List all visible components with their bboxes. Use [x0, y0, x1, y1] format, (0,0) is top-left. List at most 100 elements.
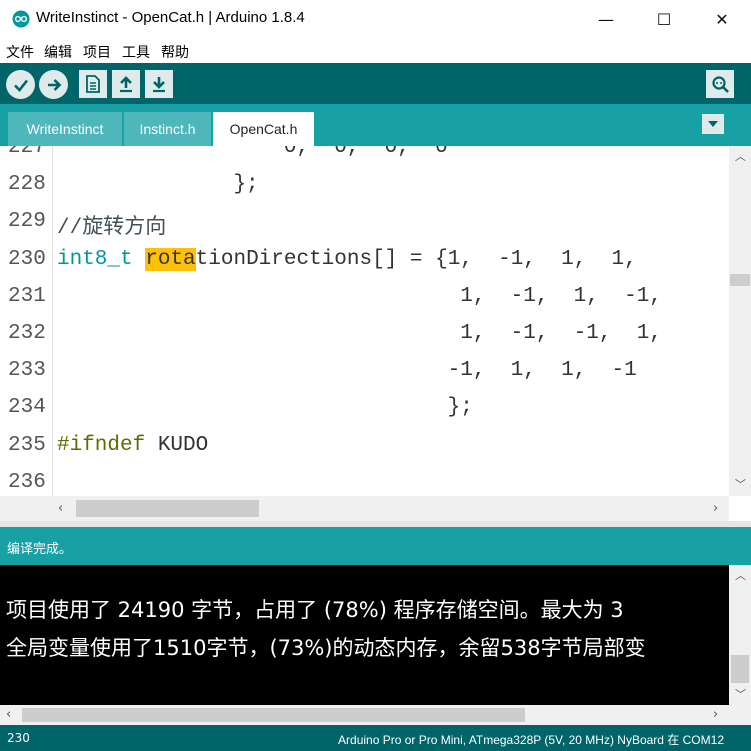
line-number: 232: [8, 322, 46, 345]
scroll-left-icon[interactable]: ‹: [6, 707, 11, 722]
line-number: 233: [8, 359, 46, 383]
code-line: 1, -1, -1, 1,: [57, 322, 662, 345]
tab-menu-button[interactable]: [702, 114, 724, 134]
scroll-right-icon[interactable]: ›: [713, 501, 718, 516]
line-number: 236: [8, 470, 46, 494]
code-line: //旋转方向: [57, 210, 166, 240]
scroll-up-icon[interactable]: ︿: [735, 148, 746, 164]
scrollbar-thumb[interactable]: [730, 274, 750, 286]
console-horizontal-scrollbar[interactable]: ‹ ›: [0, 705, 729, 725]
code-token: };: [447, 396, 473, 420]
tab-label: WriteInstinct: [26, 121, 104, 137]
minimize-icon: —: [598, 9, 614, 29]
code-line: 1, -1, 1, -1,: [57, 285, 662, 308]
new-button[interactable]: [79, 70, 107, 98]
code-line: -1, 1, 1, -1: [57, 359, 637, 382]
search-highlight: rota: [145, 247, 196, 271]
maximize-button[interactable]: ☐: [635, 0, 693, 38]
save-icon: [153, 77, 165, 93]
scroll-left-icon[interactable]: ‹: [58, 501, 63, 516]
code-token: };: [233, 173, 259, 197]
menu-tools[interactable]: 工具: [122, 42, 150, 62]
menu-bar: 文件 编辑 项目 工具 帮助: [0, 38, 751, 63]
chevron-down-icon: [708, 121, 718, 127]
tab-bar: WriteInstinct Instinct.h OpenCat.h: [0, 104, 751, 146]
code-token: tionDirections[] = {1, -1, 1, 1,: [195, 247, 637, 271]
save-button[interactable]: [145, 70, 173, 98]
scrollbar-thumb[interactable]: [731, 655, 749, 683]
code-token: #ifndef: [57, 433, 146, 457]
scroll-right-icon[interactable]: ›: [713, 707, 718, 722]
upload-icon: [47, 78, 61, 91]
code-editor[interactable]: 227 0, 0, 0, 0 228 }; 229 //旋转方向 230 int8_t r…: [0, 146, 751, 496]
code-token: 0, 0, 0, 0: [283, 146, 448, 159]
code-token: 1, -1, -1, 1,: [460, 322, 662, 345]
serial-monitor-button[interactable]: [706, 70, 734, 98]
code-token: int8_t: [57, 247, 133, 271]
code-line: 0, 0, 0, 0: [57, 146, 448, 159]
open-button[interactable]: [112, 70, 140, 98]
menu-edit[interactable]: 编辑: [44, 42, 72, 62]
close-button[interactable]: ✕: [693, 0, 751, 38]
code-token: 1, -1, 1, -1,: [460, 284, 662, 308]
console-line: 全局变量使用了1510字节，(73%)的动态内存，余留538字节局部变: [6, 636, 646, 660]
line-number: 235: [8, 433, 46, 457]
upload-button[interactable]: [39, 70, 68, 99]
tab-label: Instinct.h: [139, 121, 196, 137]
scrollbar-corner: [729, 705, 751, 725]
open-icon: [120, 76, 132, 93]
code-line: #ifndef KUDO: [57, 434, 208, 457]
line-number: 229: [8, 210, 46, 234]
line-number: 228: [8, 173, 46, 197]
window-title: WriteInstinct - OpenCat.h | Arduino 1.8.…: [36, 9, 305, 26]
line-number: 230: [8, 247, 46, 271]
scrollbar-corner: [729, 496, 751, 521]
toolbar: [0, 63, 751, 104]
scroll-down-icon[interactable]: ﹀: [735, 476, 746, 492]
close-icon: ✕: [715, 9, 729, 29]
tab-opencat-h[interactable]: OpenCat.h: [213, 112, 314, 146]
scroll-down-icon[interactable]: ﹀: [735, 686, 746, 702]
code-line: };: [57, 173, 259, 197]
tab-instinct-h[interactable]: Instinct.h: [124, 112, 211, 146]
verify-button[interactable]: [6, 70, 35, 99]
status-message: 编译完成。: [7, 542, 73, 557]
line-number: 234: [8, 396, 46, 420]
tab-label: OpenCat.h: [229, 121, 298, 137]
code-token: //旋转方向: [57, 217, 167, 241]
menu-file[interactable]: 文件: [6, 42, 34, 62]
editor-horizontal-scrollbar[interactable]: ‹ ›: [0, 496, 729, 521]
gutter-divider: [52, 146, 53, 496]
message-bar: 编译完成。: [0, 527, 751, 565]
new-icon: [86, 75, 100, 93]
scrollbar-thumb[interactable]: [22, 708, 525, 722]
arduino-logo-icon: [12, 10, 30, 28]
bottom-status-bar: 230 Arduino Pro or Pro Mini, ATmega328P …: [0, 725, 751, 751]
console-vertical-scrollbar[interactable]: ︿ ﹀: [729, 565, 751, 705]
editor-vertical-scrollbar[interactable]: ︿ ﹀: [729, 146, 751, 496]
maximize-icon: ☐: [656, 9, 672, 29]
console-line: 项目使用了 24190 字节，占用了 (78%) 程序存储空间。最大为 3: [6, 598, 624, 622]
menu-sketch[interactable]: 项目: [83, 42, 111, 62]
board-info: Arduino Pro or Pro Mini, ATmega328P (5V,…: [338, 733, 724, 747]
serial-monitor-icon: [712, 76, 729, 93]
code-line: int8_t rotationDirections[] = {1, -1, 1,…: [57, 247, 637, 271]
verify-icon: [13, 79, 28, 92]
menu-help[interactable]: 帮助: [161, 42, 189, 62]
code-line: };: [57, 396, 473, 419]
console-output[interactable]: 项目使用了 24190 字节，占用了 (78%) 程序存储空间。最大为 3 全局…: [0, 565, 729, 705]
minimize-button[interactable]: —: [577, 0, 635, 38]
tab-writeinstinct[interactable]: WriteInstinct: [8, 112, 122, 146]
line-number: 227: [8, 146, 46, 159]
current-line-number: 230: [7, 731, 30, 745]
scrollbar-thumb[interactable]: [76, 500, 259, 517]
scroll-up-icon[interactable]: ︿: [735, 567, 746, 583]
code-token: -1, 1, 1, -1: [447, 359, 637, 383]
code-token: KUDO: [145, 433, 209, 457]
